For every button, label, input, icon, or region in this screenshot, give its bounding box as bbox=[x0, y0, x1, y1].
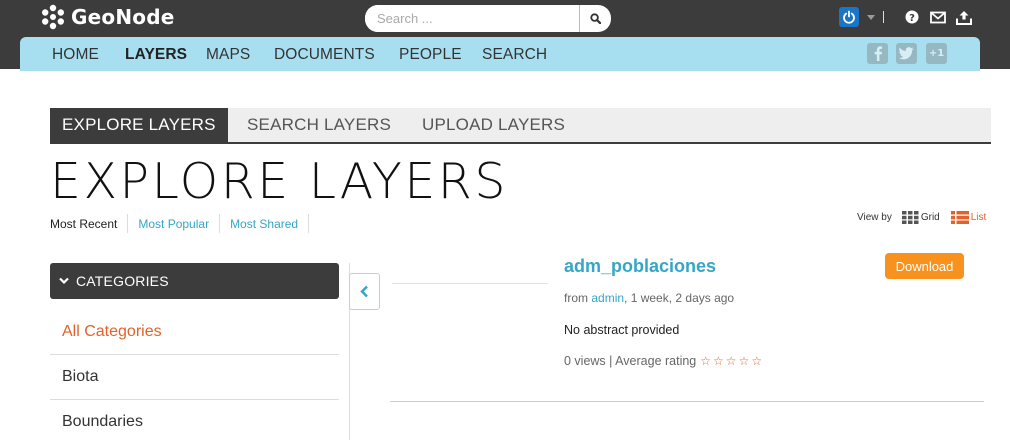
help-icon[interactable]: ? bbox=[904, 9, 920, 25]
search-box bbox=[365, 5, 611, 32]
sort-most-shared[interactable]: Most Shared bbox=[220, 214, 310, 233]
category-boundaries[interactable]: Boundaries bbox=[50, 400, 339, 440]
user-menu-caret-icon[interactable] bbox=[867, 14, 875, 20]
nav-layers[interactable]: LAYERS bbox=[125, 46, 187, 64]
svg-text:?: ? bbox=[909, 13, 915, 24]
layer-tabs: EXPLORE LAYERS SEARCH LAYERS UPLOAD LAYE… bbox=[50, 108, 991, 144]
geonode-logo-icon bbox=[42, 4, 64, 30]
brand-logo[interactable]: GeoNode bbox=[40, 4, 174, 30]
star-icon[interactable]: ☆ bbox=[713, 355, 724, 367]
category-all[interactable]: All Categories bbox=[50, 310, 339, 355]
view-by-label: View by bbox=[857, 211, 892, 223]
nav-people[interactable]: PEOPLE bbox=[399, 46, 462, 64]
result-divider bbox=[390, 401, 984, 402]
top-header: GeoNode ? bbox=[0, 0, 1010, 71]
layer-stats: 0 views | Average rating ☆ ☆ ☆ ☆ ☆ bbox=[564, 354, 762, 368]
nav-documents[interactable]: DOCUMENTS bbox=[274, 46, 375, 64]
upload-icon[interactable] bbox=[956, 9, 972, 25]
meta-time: , 1 week, 2 days ago bbox=[624, 291, 735, 305]
facebook-icon[interactable] bbox=[867, 43, 888, 64]
categories-heading: CATEGORIES bbox=[76, 273, 169, 289]
tab-search-layers[interactable]: SEARCH LAYERS bbox=[247, 108, 391, 142]
page-title: EXPLORE LAYERS bbox=[50, 153, 508, 210]
twitter-icon[interactable] bbox=[896, 43, 917, 64]
meta-from-label: from bbox=[564, 291, 588, 305]
list-icon bbox=[950, 210, 969, 224]
nav-search[interactable]: SEARCH bbox=[482, 46, 547, 64]
search-input[interactable] bbox=[365, 5, 579, 32]
star-icon[interactable]: ☆ bbox=[751, 355, 762, 367]
brand-name: GeoNode bbox=[71, 5, 175, 29]
views-and-rating-label: 0 views | Average rating bbox=[564, 354, 697, 368]
view-list-label: List bbox=[970, 211, 987, 223]
layer-meta: from admin, 1 week, 2 days ago bbox=[564, 291, 734, 305]
sort-most-popular[interactable]: Most Popular bbox=[128, 214, 221, 233]
nav-home[interactable]: HOME bbox=[52, 46, 99, 64]
chevron-left-icon bbox=[360, 285, 368, 298]
chevron-down-icon bbox=[59, 277, 69, 285]
sort-options: Most Recent Most Popular Most Shared bbox=[50, 214, 310, 233]
view-grid-button[interactable]: Grid bbox=[901, 210, 940, 224]
layer-title-link[interactable]: adm_poblaciones bbox=[564, 256, 716, 277]
user-toolbar: ? bbox=[839, 6, 972, 28]
star-icon[interactable]: ☆ bbox=[700, 355, 711, 367]
sort-most-recent[interactable]: Most Recent bbox=[50, 214, 129, 233]
star-icon[interactable]: ☆ bbox=[726, 355, 737, 367]
plus-one-icon[interactable]: +1 bbox=[926, 43, 947, 64]
tab-upload-layers[interactable]: UPLOAD LAYERS bbox=[422, 108, 565, 142]
power-icon[interactable] bbox=[839, 7, 859, 27]
owner-link[interactable]: admin bbox=[591, 291, 624, 305]
nav-maps[interactable]: MAPS bbox=[206, 46, 250, 64]
tab-explore-layers[interactable]: EXPLORE LAYERS bbox=[50, 108, 228, 142]
view-grid-label: Grid bbox=[920, 211, 940, 223]
mail-icon[interactable] bbox=[930, 9, 946, 25]
download-button[interactable]: Download bbox=[885, 253, 964, 279]
power-symbol-icon bbox=[843, 10, 855, 24]
collapse-sidebar-button[interactable] bbox=[349, 273, 380, 310]
layer-thumbnail[interactable] bbox=[392, 283, 548, 284]
view-list-button[interactable]: List bbox=[950, 210, 987, 224]
grid-icon bbox=[901, 210, 919, 224]
category-biota[interactable]: Biota bbox=[50, 355, 339, 400]
rating-stars: ☆ ☆ ☆ ☆ ☆ bbox=[700, 355, 762, 367]
view-toggle: View by Grid List bbox=[857, 209, 997, 225]
star-icon[interactable]: ☆ bbox=[739, 355, 750, 367]
search-button[interactable] bbox=[579, 5, 610, 32]
layer-abstract: No abstract provided bbox=[564, 323, 680, 337]
categories-toggle[interactable]: CATEGORIES bbox=[50, 263, 339, 299]
search-icon bbox=[589, 13, 601, 24]
toolbar-divider bbox=[883, 11, 884, 23]
main-nav: HOME LAYERS MAPS DOCUMENTS PEOPLE SEARCH… bbox=[20, 37, 980, 71]
